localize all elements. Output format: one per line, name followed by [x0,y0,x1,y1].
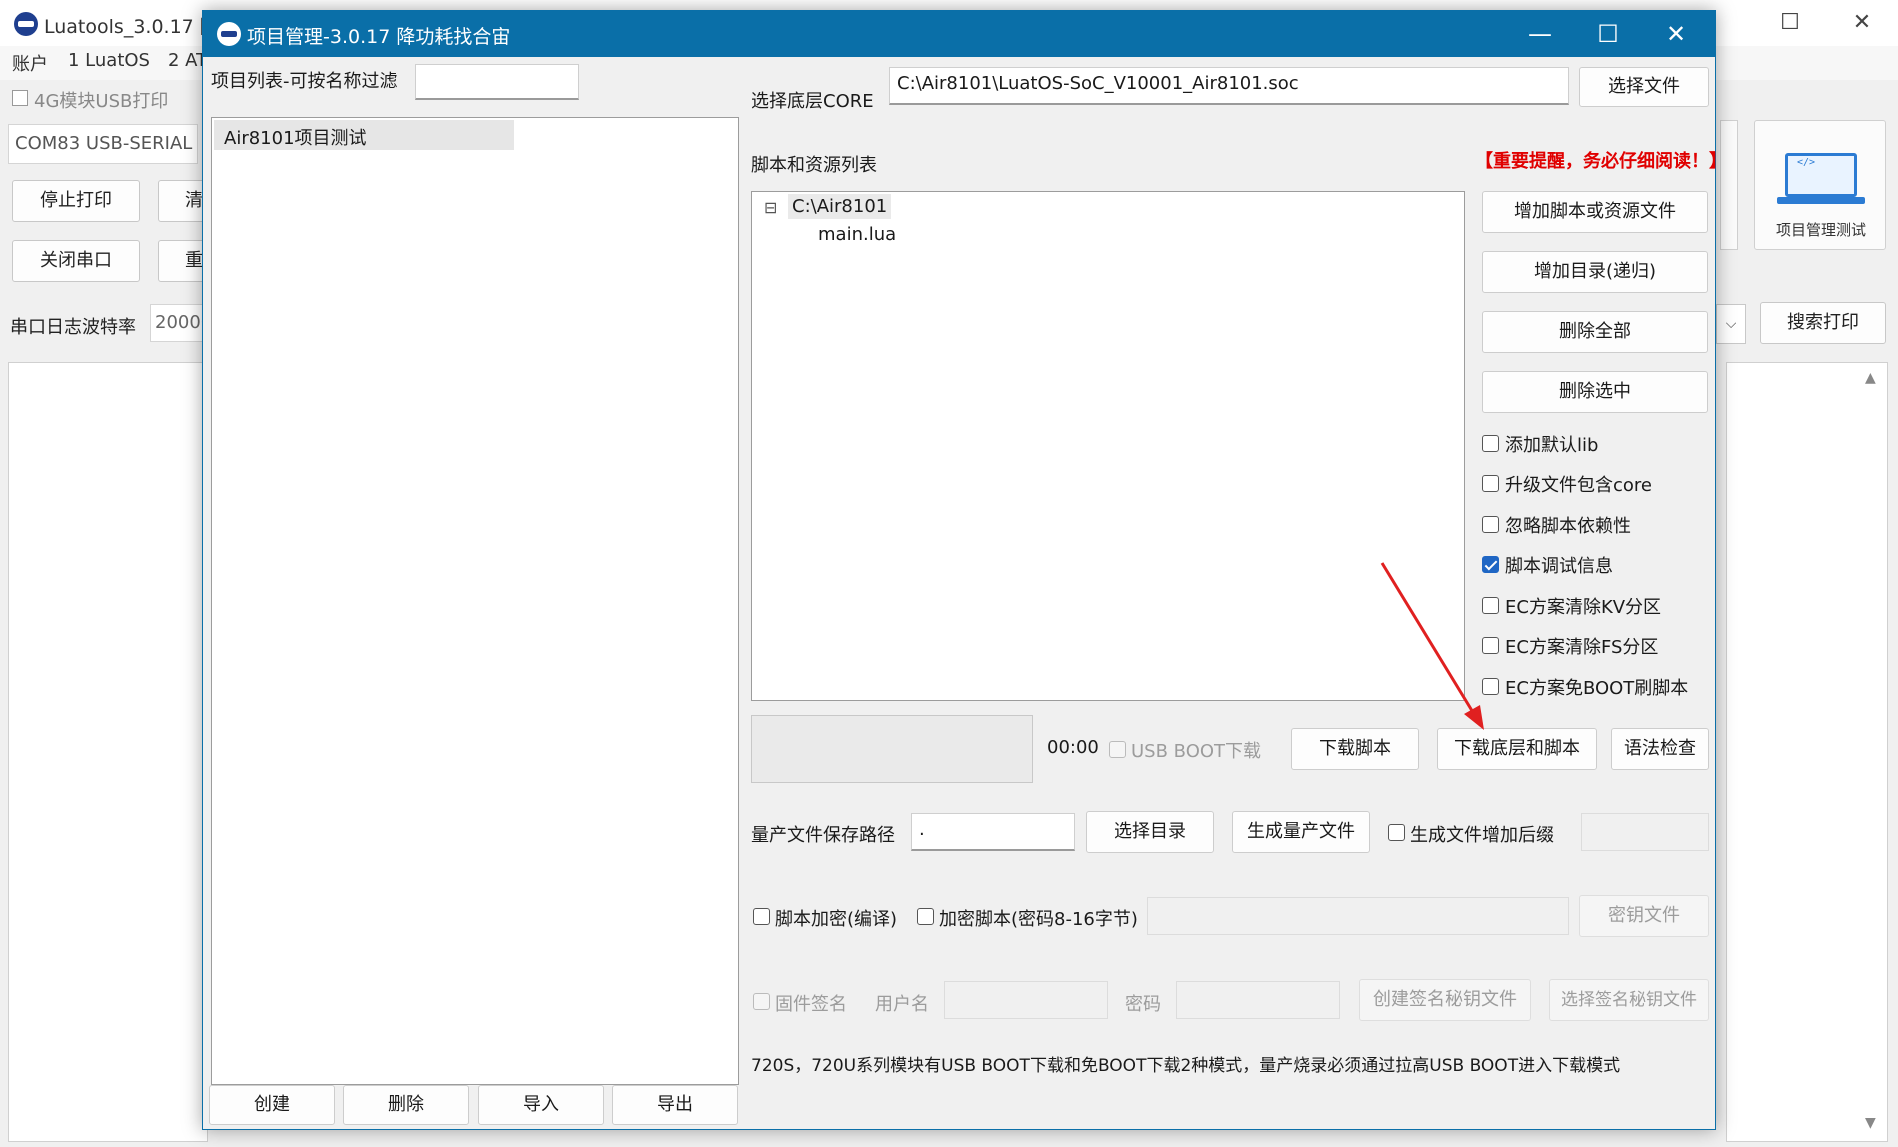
luatools-logo-icon [14,12,38,36]
important-notice-link[interactable]: 【重要提醒，务必仔细阅读！】 [1475,147,1727,173]
import-button[interactable]: 导入 [478,1085,604,1125]
encrypt-pwd-label: 加密脚本(密码8-16字节) [939,909,1138,930]
tree-file-node[interactable]: main.lua [818,224,896,245]
maximize-icon[interactable]: ☐ [1583,17,1633,51]
laptop-base [1777,197,1865,204]
search-print-button[interactable]: 搜索打印 [1760,302,1886,344]
username-input[interactable] [944,981,1108,1019]
script-tree[interactable]: ⊟ C:\Air8101 main.lua [751,191,1465,701]
delete-selected-button[interactable]: 删除选中 [1482,371,1708,413]
ignore-deps-checkbox[interactable] [1482,516,1499,533]
menu-account[interactable]: 账户 [12,50,48,76]
include-core-checkbox[interactable] [1482,475,1499,492]
debug-info-label: 脚本调试信息 [1505,556,1613,577]
project-list-label: 项目列表-可按名称过滤 [211,71,398,92]
baud-label: 串口日志波特率 [10,317,136,338]
delete-all-button[interactable]: 删除全部 [1482,311,1708,353]
clear-fs-label: EC方案清除FS分区 [1505,637,1659,658]
fw-sign-checkbox[interactable] [753,993,770,1010]
delete-button[interactable]: 删除 [343,1085,469,1125]
chevron-down-icon[interactable]: ⌵ [1716,304,1746,344]
dialog-titlebar: 项目管理-3.0.17 降功耗找合宙 — ☐ ✕ [203,11,1715,57]
core-path-input[interactable]: C:\Air8101\LuatOS-SoC_V10001_Air8101.soc [889,67,1569,105]
add-default-lib-checkbox[interactable] [1482,435,1499,452]
close-port-button[interactable]: 关闭串口 [12,240,140,282]
password-label: 密码 [1125,994,1161,1015]
ignore-deps-label: 忽略脚本依赖性 [1505,516,1631,537]
menu-luatos[interactable]: 1 LuatOS [68,50,150,71]
create-sign-key-button[interactable]: 创建签名秘钥文件 [1359,979,1531,1021]
download-script-button[interactable]: 下载脚本 [1291,728,1419,770]
dialog-logo-icon [217,22,241,46]
add-dir-button[interactable]: 增加目录(递归) [1482,251,1708,293]
tile-partial[interactable] [1720,120,1738,250]
suffix-input[interactable] [1581,813,1709,851]
clear-kv-checkbox[interactable] [1482,597,1499,614]
syntax-check-button[interactable]: 语法检查 [1611,728,1709,770]
project-manager-dialog: 项目管理-3.0.17 降功耗找合宙 — ☐ ✕ 项目列表-可按名称过滤 Air… [202,10,1727,1130]
clear-fs-checkbox[interactable] [1482,637,1499,654]
add-default-lib-label: 添加默认lib [1505,435,1599,456]
clear-kv-label: EC方案清除KV分区 [1505,597,1662,618]
project-tile-label: 项目管理测试 [1775,221,1866,239]
usb-print-checkbox[interactable] [12,90,28,106]
scripts-label: 脚本和资源列表 [751,155,877,176]
mass-path-input[interactable]: . [911,813,1075,851]
laptop-code-icon [1785,153,1857,197]
mass-path-label: 量产文件保存路径 [751,825,895,846]
encrypt-checkbox[interactable] [753,908,770,925]
com-port-select[interactable]: COM83 USB-SERIAL C [8,124,198,164]
scroll-down-icon[interactable]: ▼ [1865,1115,1876,1131]
no-boot-flash-checkbox[interactable] [1482,678,1499,695]
download-core-script-button[interactable]: 下载底层和脚本 [1437,728,1597,770]
key-file-button[interactable]: 密钥文件 [1579,895,1709,937]
minimize-icon[interactable]: — [1515,17,1565,51]
baud-input[interactable]: 20000 [150,304,210,342]
username-label: 用户名 [875,994,929,1015]
encrypt-pwd-input[interactable] [1147,897,1569,935]
project-manage-tile[interactable]: </> 项目管理测试 [1754,120,1886,250]
gen-suffix-label: 生成文件增加后缀 [1410,825,1554,846]
project-list[interactable]: Air8101项目测试 [211,117,739,1085]
footer-note: 720S，720U系列模块有USB BOOT下载和免BOOT下载2种模式，量产烧… [751,1056,1621,1076]
gen-suffix-checkbox[interactable] [1388,824,1405,841]
project-item[interactable]: Air8101项目测试 [214,120,514,150]
tree-root-node[interactable]: C:\Air8101 [788,194,892,219]
dialog-title: 项目管理-3.0.17 降功耗找合宙 [247,26,511,48]
timer-text: 00:00 [1047,737,1099,758]
include-core-label: 升级文件包含core [1505,475,1652,496]
create-button[interactable]: 创建 [209,1085,335,1125]
encrypt-label: 脚本加密(编译) [775,909,898,930]
fw-sign-label: 固件签名 [775,994,847,1015]
debug-info-checkbox[interactable] [1482,556,1499,573]
project-filter-input[interactable] [415,64,579,100]
select-sign-key-button[interactable]: 选择签名秘钥文件 [1549,979,1709,1021]
usb-boot-label: USB BOOT下载 [1131,741,1262,762]
close-icon[interactable]: ✕ [1651,17,1701,51]
password-input[interactable] [1176,981,1340,1019]
scroll-up-icon[interactable]: ▲ [1865,370,1876,386]
no-boot-flash-label: EC方案免BOOT刷脚本 [1505,678,1689,699]
encrypt-pwd-checkbox[interactable] [917,908,934,925]
export-button[interactable]: 导出 [612,1085,738,1125]
select-dir-button[interactable]: 选择目录 [1086,811,1214,853]
log-area[interactable] [8,362,208,1142]
stop-print-button[interactable]: 停止打印 [12,180,140,222]
core-label: 选择底层CORE [751,91,874,112]
close-icon[interactable]: ✕ [1842,8,1882,38]
usb-print-label: 4G模块USB打印 [34,91,169,112]
maximize-icon[interactable]: ☐ [1770,8,1810,38]
progress-box [751,715,1033,783]
select-file-button[interactable]: 选择文件 [1579,67,1709,107]
gen-mass-file-button[interactable]: 生成量产文件 [1232,811,1370,853]
usb-boot-checkbox[interactable] [1109,741,1126,758]
right-log-panel [1726,362,1888,1142]
add-script-button[interactable]: 增加脚本或资源文件 [1482,191,1708,233]
tree-collapse-icon[interactable]: ⊟ [764,198,777,217]
code-glyph: </> [1797,157,1816,168]
